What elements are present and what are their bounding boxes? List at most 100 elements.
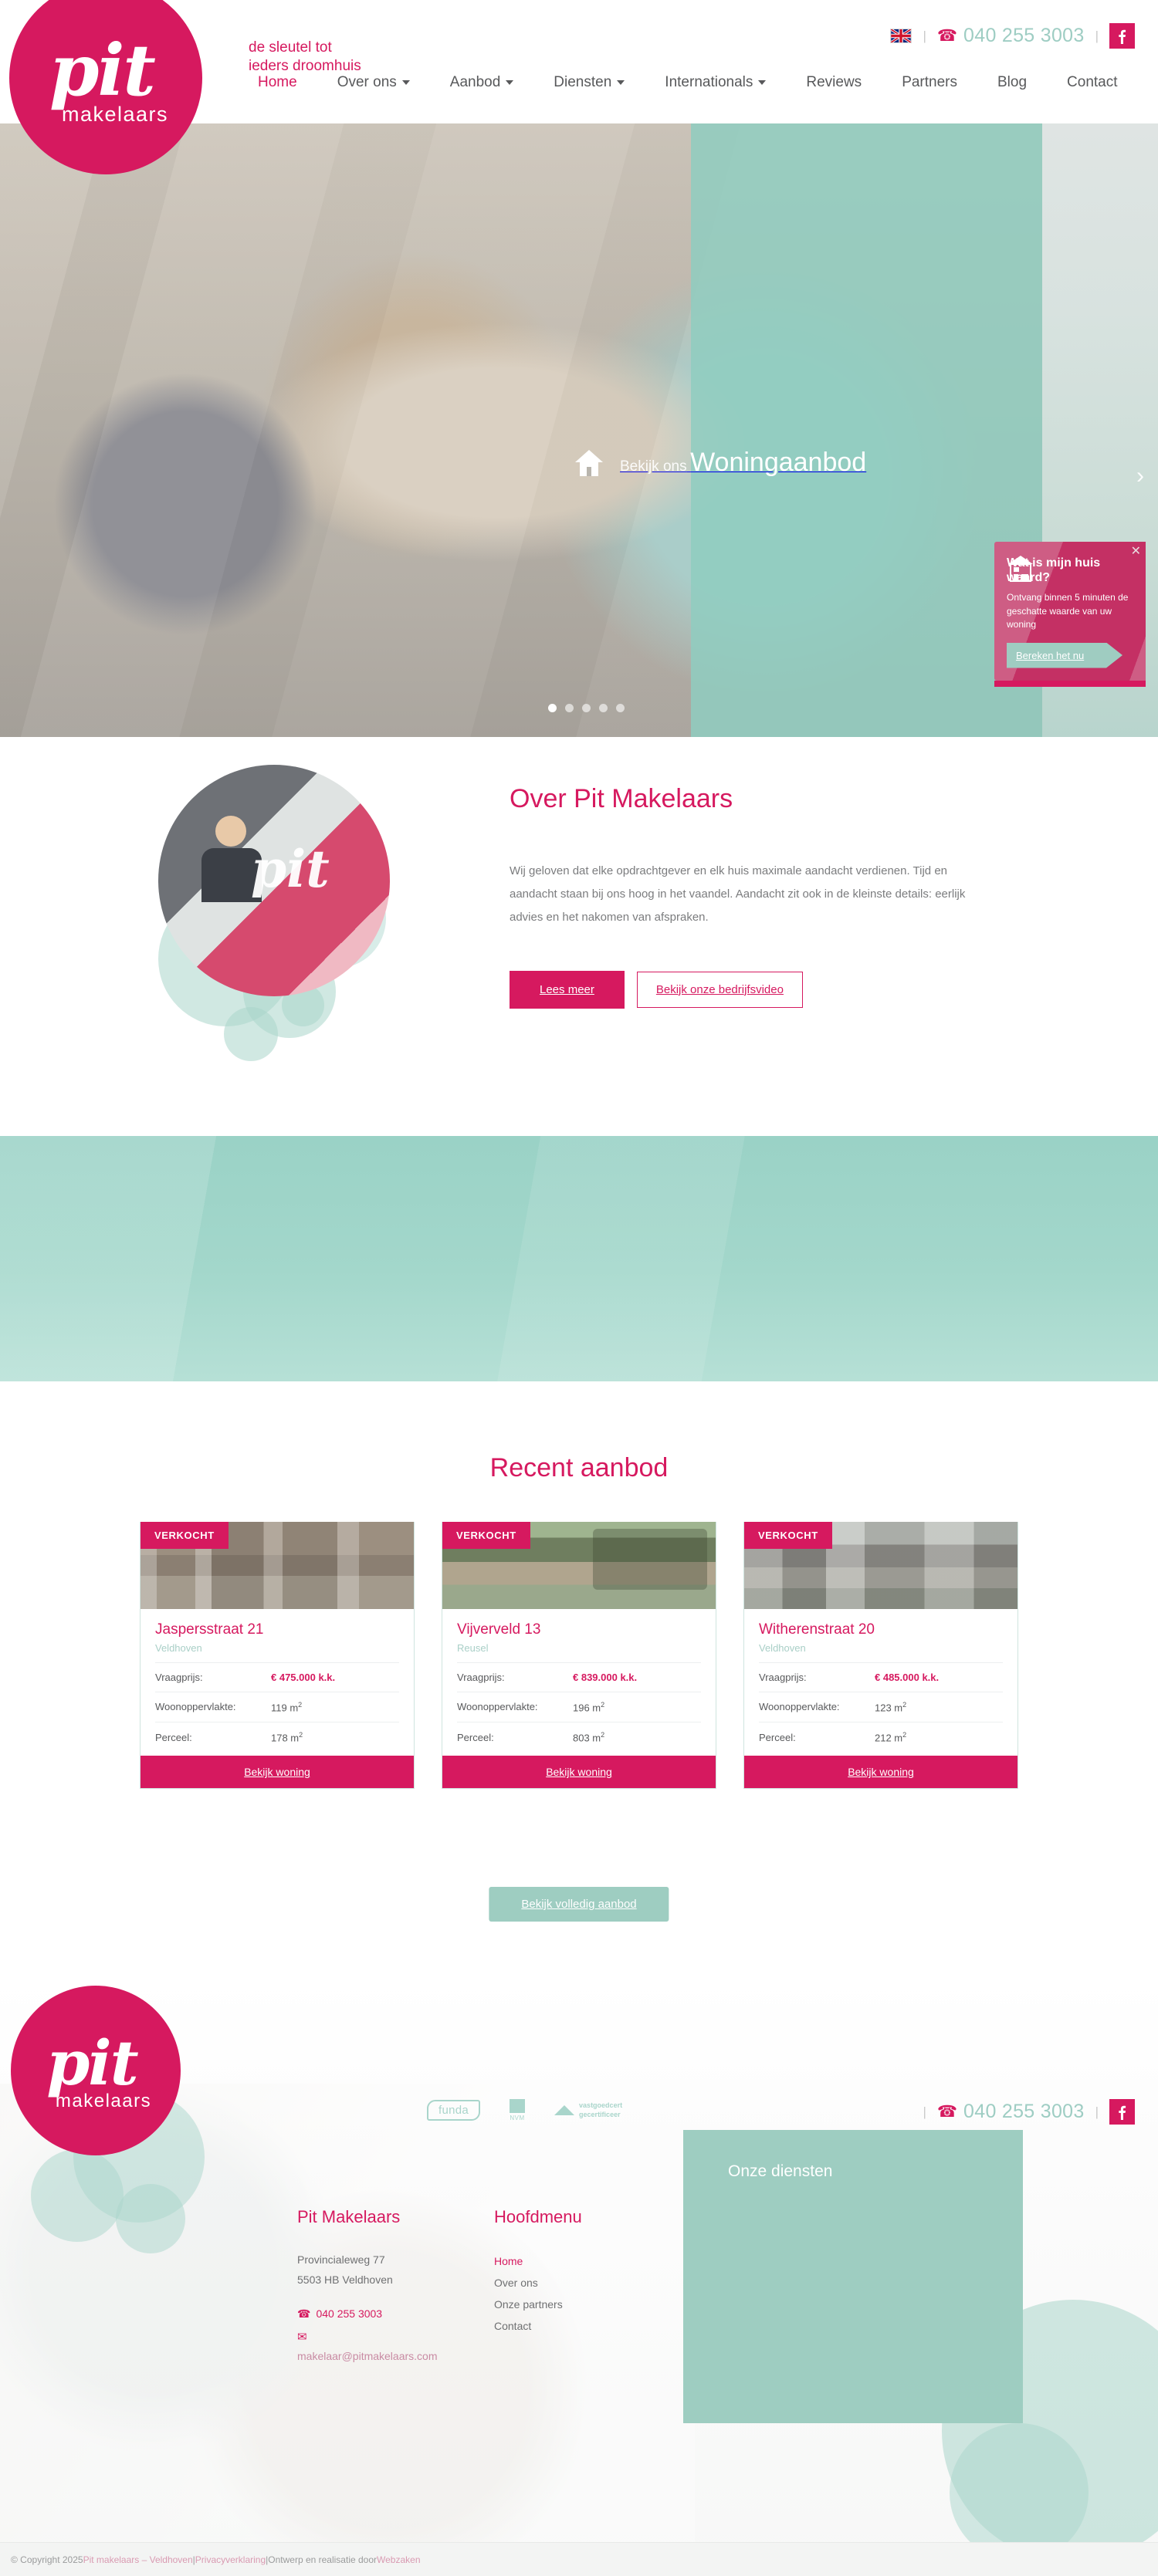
nav-item-blog[interactable]: Blog [977, 74, 1047, 91]
spec-label: Vraagprijs: [457, 1671, 505, 1683]
spec-label: Woonoppervlakte: [759, 1701, 840, 1713]
footer-email[interactable]: makelaar@pitmakelaars.com [297, 2350, 475, 2362]
listing-card[interactable]: VERKOCHT Witherenstraat 20 Veldhoven Vra… [743, 1522, 1018, 1790]
envelope-icon: ✉ [297, 2330, 307, 2344]
nvm-logo[interactable]: NVM [510, 2099, 526, 2121]
home-icon [575, 449, 603, 476]
copyright-company-link[interactable]: Pit makelaars – Veldhoven [83, 2554, 193, 2565]
crown-icon [554, 2105, 575, 2115]
nav-item-reviews[interactable]: Reviews [786, 74, 882, 91]
slider-dot-3[interactable] [582, 704, 591, 712]
slider-dot-1[interactable] [548, 704, 557, 712]
facebook-icon[interactable] [1109, 23, 1135, 49]
listing-image: VERKOCHT [141, 1522, 414, 1609]
listing-image: VERKOCHT [744, 1522, 1017, 1609]
slider-next-arrow[interactable]: › [1136, 463, 1144, 489]
about-content: Over Pit Makelaars Wij geloven dat elke … [510, 783, 1004, 1009]
spec-value: € 475.000 k.k. [271, 1671, 336, 1683]
spec-price: Vraagprijs: € 839.000 k.k. [457, 1663, 701, 1692]
privacy-link[interactable]: Privacyverklaring [195, 2554, 266, 2565]
separator: | [923, 29, 926, 43]
about-portrait-image: pit [158, 765, 390, 996]
listing-card[interactable]: VERKOCHT Jaspersstraat 21 Veldhoven Vraa… [140, 1522, 415, 1790]
footer-menu-item-over-ons[interactable]: Over ons [494, 2272, 679, 2294]
spec-label: Perceel: [155, 1731, 192, 1743]
widget-footer-bar [994, 680, 1146, 687]
main-navigation: Home Over ons Aanbod Diensten Internatio… [245, 74, 1138, 91]
footer-menu-item-onze-partners[interactable]: Onze partners [494, 2294, 679, 2315]
footer-contact-bar: | ☎ 040 255 3003 | [923, 2099, 1135, 2125]
spec-value: € 485.000 k.k. [875, 1671, 940, 1683]
footer-menu-item-home[interactable]: Home [494, 2250, 679, 2272]
nav-item-home[interactable]: Home [245, 74, 317, 91]
footer-menu-item-contact[interactable]: Contact [494, 2315, 679, 2337]
footer-menu-column: Hoofdmenu Home Over ons Onze partners Co… [494, 2207, 679, 2337]
close-icon[interactable]: ✕ [1131, 543, 1141, 559]
listing-specs: Vraagprijs: € 485.000 k.k. Woonoppervlak… [759, 1662, 1003, 1756]
separator: | [1095, 29, 1099, 43]
listing-card[interactable]: VERKOCHT Vijverveld 13 Reusel Vraagprijs… [442, 1522, 716, 1790]
nav-item-over-ons[interactable]: Over ons [317, 74, 430, 91]
bedrijfsvideo-button[interactable]: Bekijk onze bedrijfsvideo [636, 971, 803, 1008]
spec-value: 212 m2 [875, 1731, 907, 1744]
slider-dot-4[interactable] [599, 704, 608, 712]
nav-item-internationals[interactable]: Internationals [645, 74, 786, 91]
slider-dot-5[interactable] [616, 704, 625, 712]
footer-menu-heading: Hoofdmenu [494, 2207, 582, 2226]
header-phone-number: 040 255 3003 [963, 25, 1085, 46]
about-section: pit Over Pit Makelaars Wij geloven dat e… [0, 737, 1158, 1138]
spec-value: 196 m2 [573, 1700, 605, 1714]
footer-phone[interactable]: ☎ 040 255 3003 [937, 2101, 1085, 2123]
listing-cards: VERKOCHT Jaspersstraat 21 Veldhoven Vraa… [140, 1522, 1018, 1790]
footer-logo[interactable]: pit makelaars [11, 1986, 181, 2155]
copyright-bar: © Copyright 2025 Pit makelaars – Veldhov… [0, 2542, 1158, 2576]
spec-label: Perceel: [457, 1731, 494, 1743]
about-buttons: Lees meer Bekijk onze bedrijfsvideo [510, 970, 1004, 1009]
bekijk-woning-button[interactable]: Bekijk woning [141, 1756, 414, 1789]
header-phone[interactable]: ☎ 040 255 3003 [937, 25, 1085, 47]
bekijk-woning-button[interactable]: Bekijk woning [442, 1756, 716, 1789]
nav-item-aanbod[interactable]: Aanbod [430, 74, 534, 91]
status-badge: VERKOCHT [442, 1522, 530, 1549]
funda-logo[interactable]: funda [427, 2100, 481, 2121]
homepage: | ☎ 040 255 3003 | pit makelaars de sleu… [0, 0, 1158, 2576]
widget-title: Wat is mijn huis waard? [1007, 556, 1101, 585]
footer-services-heading: Onze diensten [728, 2162, 833, 2180]
full-offer-button[interactable]: Bekijk volledig aanbod [489, 1887, 669, 1922]
bubble [224, 1007, 278, 1061]
nav-item-diensten[interactable]: Diensten [533, 74, 645, 91]
status-badge: VERKOCHT [141, 1522, 229, 1549]
utility-bar: | ☎ 040 255 3003 | [890, 23, 1135, 49]
listing-title: Witherenstraat 20 [759, 1621, 875, 1638]
bekijk-woning-button[interactable]: Bekijk woning [744, 1756, 1017, 1789]
chevron-down-icon [617, 80, 625, 85]
partner-logos: funda NVM vastgoedcert gecertificeer [427, 2099, 622, 2121]
phone-icon: ☎ [936, 27, 958, 45]
uk-flag-icon[interactable] [890, 29, 913, 43]
chevron-down-icon [401, 80, 410, 85]
header-tagline: de sleutel tot ieders droomhuis [249, 39, 361, 76]
nav-item-partners[interactable]: Partners [882, 74, 977, 91]
separator: | [923, 2104, 926, 2119]
logo-wordmark: pit [49, 29, 156, 113]
lees-meer-button[interactable]: Lees meer [510, 970, 625, 1009]
calculate-button[interactable]: Bereken het nu [1007, 642, 1122, 668]
webzaken-link[interactable]: Webzaken [377, 2554, 420, 2565]
footer-services-block: Onze diensten [683, 2130, 1023, 2423]
vastgoedcert-logo[interactable]: vastgoedcert gecertificeer [554, 2101, 622, 2119]
spec-label: Woonoppervlakte: [155, 1701, 236, 1713]
listing-title: Vijverveld 13 [457, 1621, 541, 1638]
footer-company-phone[interactable]: ☎ 040 255 3003 [297, 2307, 475, 2321]
recent-heading: Recent aanbod [489, 1453, 669, 1482]
slider-dot-2[interactable] [565, 704, 574, 712]
bubble [116, 2184, 185, 2253]
teal-image-band [0, 1136, 1158, 1381]
spec-value: 119 m2 [271, 1700, 303, 1714]
hero-cta-link[interactable]: Bekijk ons Woningaanbod [575, 448, 866, 478]
spec-living-area: Woonoppervlakte: 123 m2 [759, 1692, 1003, 1723]
bubble [950, 2423, 1089, 2562]
facebook-icon[interactable] [1109, 2099, 1135, 2125]
footer-company-heading: Pit Makelaars [297, 2207, 401, 2226]
bubble [31, 2149, 124, 2242]
nav-item-contact[interactable]: Contact [1047, 74, 1137, 91]
